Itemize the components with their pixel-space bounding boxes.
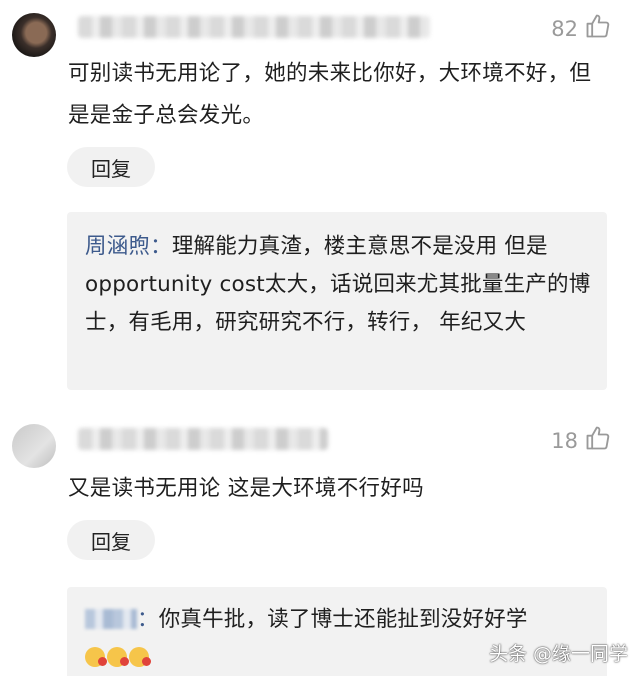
reply-content: ：你真牛批，读了博士还能扯到没好好学 xyxy=(85,601,593,639)
username-blurred[interactable] xyxy=(78,16,430,38)
reply-author[interactable]: ： xyxy=(85,607,159,632)
reply-author[interactable]: 周涵煦： xyxy=(85,234,172,259)
reply-text: 你真牛批，读了博士还能扯到没好好学 xyxy=(158,607,528,632)
avatar[interactable] xyxy=(12,424,56,468)
reply-content: 周涵煦：理解能力真渣，楼主意思不是没用 但是opportunity cost太大… xyxy=(85,228,593,342)
thumbs-up-icon xyxy=(584,12,612,45)
emoji-icon xyxy=(85,647,107,667)
username-blurred[interactable] xyxy=(78,428,328,450)
like-button[interactable]: 82 xyxy=(551,12,612,45)
like-count: 82 xyxy=(551,16,578,41)
reply-author-colon: ： xyxy=(137,607,159,632)
comment-text: 又是读书无用论 这是大环境不行好吗 xyxy=(68,476,424,501)
watermark: 头条 @缘一同学 xyxy=(488,643,628,665)
emoji-icon xyxy=(107,647,129,667)
reply-button[interactable]: 回复 xyxy=(67,147,155,187)
avatar[interactable] xyxy=(12,13,56,57)
reply-preview[interactable]: 周涵煦：理解能力真渣，楼主意思不是没用 但是opportunity cost太大… xyxy=(67,212,607,390)
reply-button[interactable]: 回复 xyxy=(67,520,155,560)
emoji-row xyxy=(85,647,151,667)
like-button[interactable]: 18 xyxy=(551,424,612,457)
emoji-icon xyxy=(129,647,151,667)
comment-text: 可别读书无用论了，她的未来比你好，大环境不好，但是是金子总会发光。 xyxy=(68,61,592,128)
like-count: 18 xyxy=(551,428,578,453)
thumbs-up-icon xyxy=(584,424,612,457)
reply-author-blurred xyxy=(85,609,137,629)
